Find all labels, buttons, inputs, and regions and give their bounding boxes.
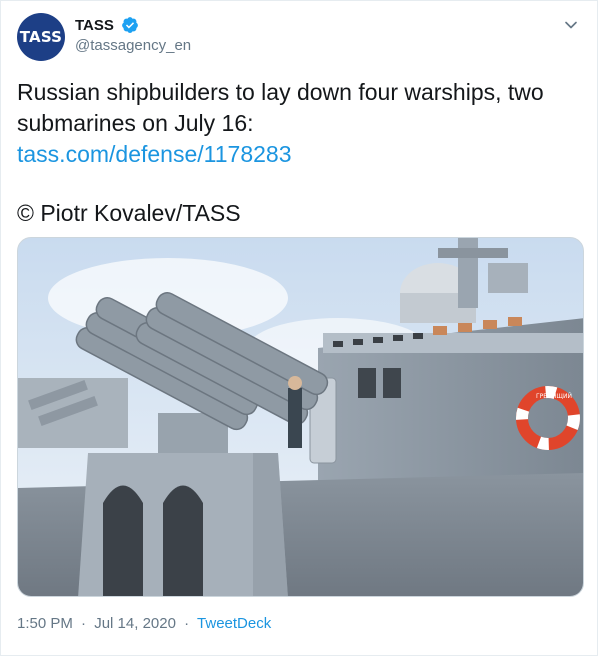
- chevron-down-icon[interactable]: [561, 15, 581, 35]
- user-handle[interactable]: @tassagency_en: [75, 37, 191, 54]
- tweet-source-link[interactable]: TweetDeck: [197, 615, 271, 632]
- avatar-logo-text: TASS: [19, 28, 63, 46]
- tweet-text-line-1: Russian shipbuilders to lay down four wa…: [17, 79, 544, 105]
- tweet-time[interactable]: 1:50 PM: [17, 615, 73, 632]
- meta-separator-2: ·: [184, 615, 190, 632]
- lifebuoy-text: ГРЕМЯЩИЙ: [536, 393, 572, 400]
- tweet-text-line-2: submarines on July 16:: [17, 110, 254, 136]
- display-name[interactable]: TASS: [75, 17, 114, 34]
- tweet-text: Russian shipbuilders to lay down four wa…: [17, 77, 577, 170]
- photo-credit: © Piotr Kovalev/TASS: [17, 200, 241, 226]
- author-block[interactable]: TASS @tassagency_en: [75, 16, 191, 55]
- tweet-meta: 1:50 PM · Jul 14, 2020 · TweetDeck: [17, 615, 271, 632]
- tweet-date[interactable]: Jul 14, 2020: [94, 615, 176, 632]
- avatar[interactable]: TASS: [17, 13, 65, 61]
- tweet-header: TASS TASS @tassagency_en: [17, 13, 583, 61]
- tweet-card[interactable]: TASS TASS @tassagency_en Russian shipbui…: [0, 0, 598, 656]
- warship-photo-illustration: ГРЕМЯЩИЙ: [18, 238, 583, 596]
- tweet-link[interactable]: tass.com/defense/1178283: [17, 139, 577, 170]
- verified-badge-icon: [122, 17, 139, 33]
- tweet-photo[interactable]: ГРЕМЯЩИЙ: [17, 237, 584, 597]
- meta-separator: ·: [81, 615, 87, 632]
